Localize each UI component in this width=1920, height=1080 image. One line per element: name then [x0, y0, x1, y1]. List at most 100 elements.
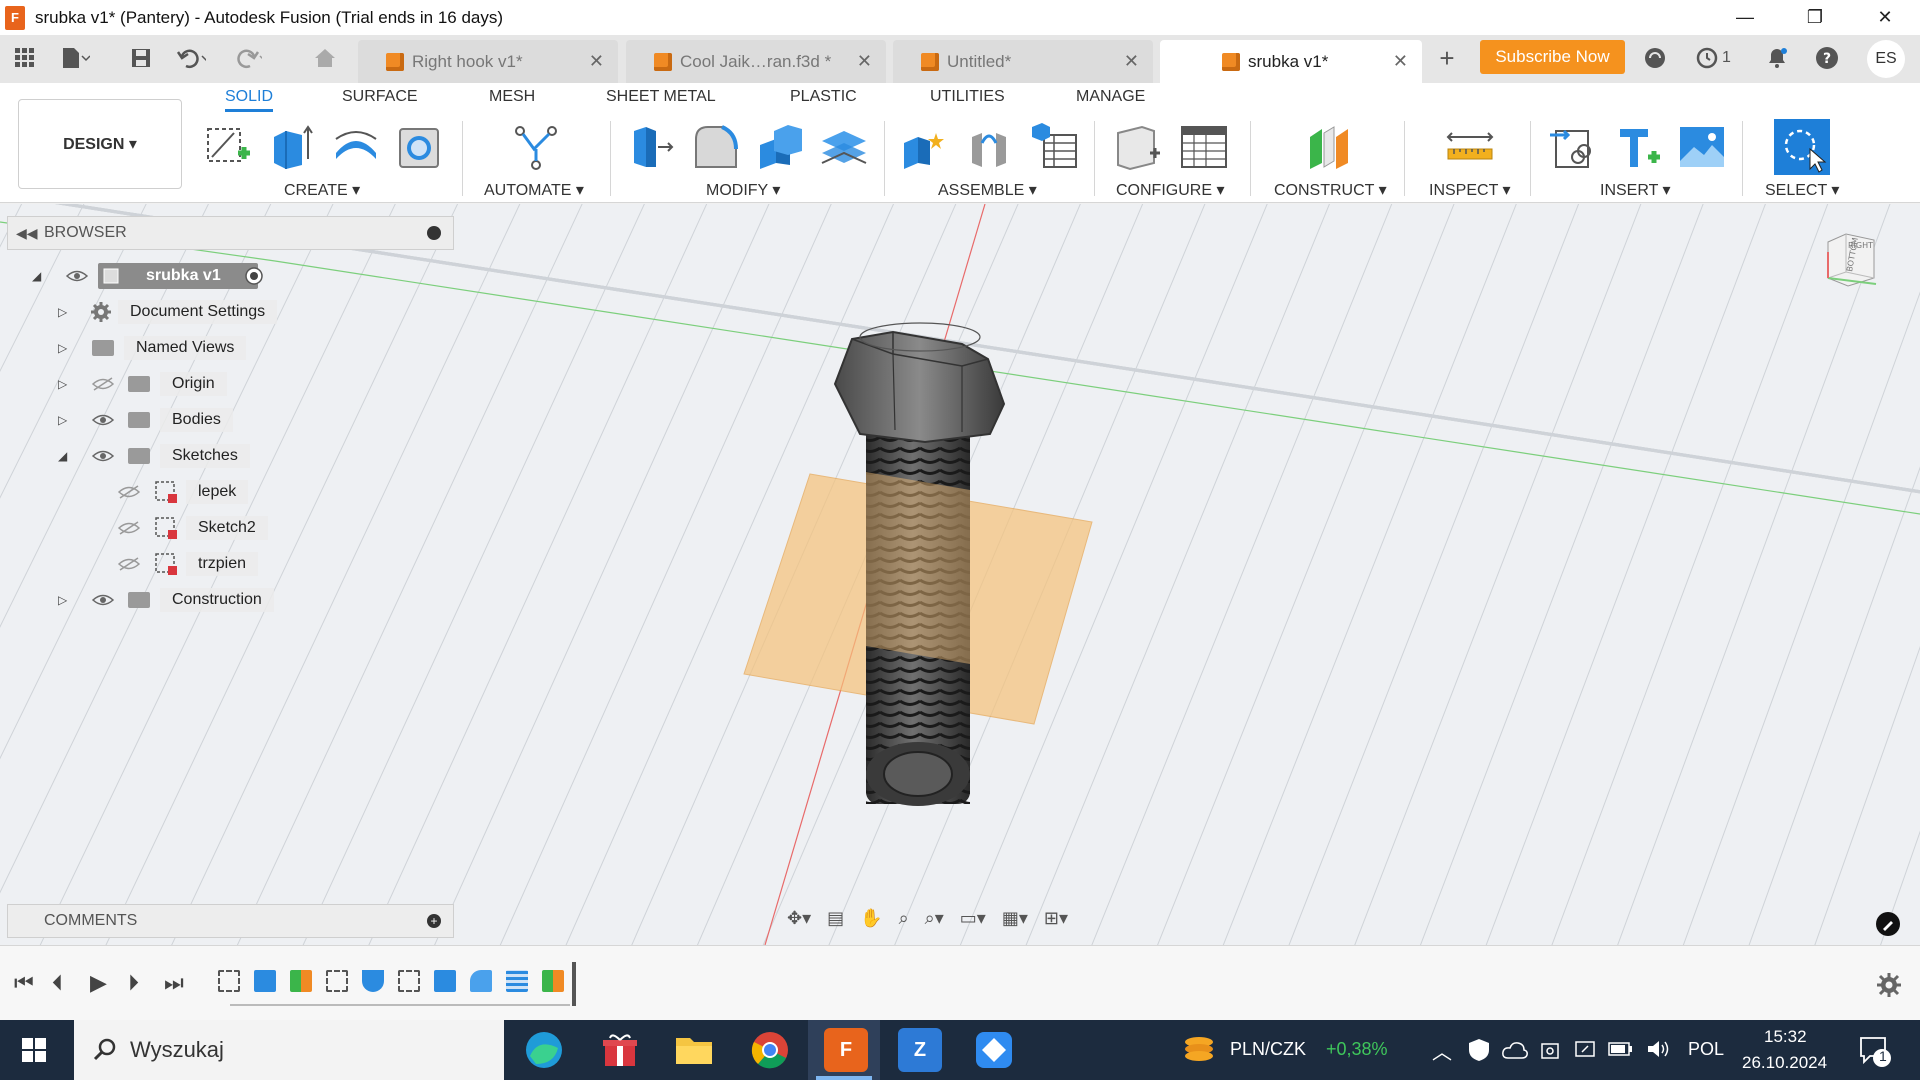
expand-arrow-icon[interactable]: ▷ — [58, 377, 67, 391]
extrude-icon[interactable] — [268, 123, 316, 171]
measure-icon[interactable] — [1446, 123, 1494, 171]
select-icon[interactable] — [1774, 119, 1830, 175]
timeline-sketch-icon[interactable] — [218, 970, 240, 992]
create-group-label[interactable]: CREATE ▾ — [284, 180, 360, 200]
expand-arrow-icon[interactable]: ▷ — [58, 413, 67, 427]
redo-icon[interactable] — [232, 43, 262, 73]
visibility-eye-icon[interactable] — [92, 413, 114, 427]
configure-icon[interactable] — [1114, 123, 1162, 171]
visibility-eye-icon[interactable] — [66, 269, 88, 283]
gift-app-icon[interactable] — [598, 1028, 642, 1072]
hidden-eye-icon[interactable] — [118, 521, 140, 535]
select-group-label[interactable]: SELECT ▾ — [1765, 180, 1839, 200]
timeline-plane-icon[interactable] — [542, 970, 564, 992]
revolve-icon[interactable] — [332, 123, 380, 171]
battery-icon[interactable] — [1608, 1040, 1634, 1058]
doc-tab-srubka[interactable]: srubka v1* ✕ — [1160, 40, 1422, 83]
tree-item-sketch2[interactable]: Sketch2 — [30, 513, 290, 543]
bill-of-materials-icon[interactable] — [1030, 123, 1078, 171]
insert-derive-icon[interactable] — [1548, 123, 1596, 171]
windows-start-icon[interactable] — [22, 1038, 46, 1062]
help-icon[interactable]: ? — [1812, 43, 1842, 73]
job-status-icon[interactable]: 1 — [1690, 43, 1736, 73]
tab-surface[interactable]: SURFACE — [342, 88, 418, 106]
go-to-start-icon[interactable]: ⏮ — [14, 970, 34, 996]
tree-item-bodies[interactable]: ▷ Bodies — [30, 405, 290, 435]
volume-speaker-icon[interactable] — [1646, 1038, 1670, 1060]
tree-item-sketch-trzpien[interactable]: trzpien — [30, 549, 290, 579]
collapse-arrow-icon[interactable]: ◢ — [32, 269, 41, 283]
hidden-eye-icon[interactable] — [118, 485, 140, 499]
home-icon[interactable] — [310, 43, 340, 73]
doc-tab-right-hook[interactable]: Right hook v1* ✕ — [358, 40, 618, 83]
pan-hand-icon[interactable]: ✋ — [855, 908, 887, 929]
screen-share-icon[interactable] — [1574, 1038, 1596, 1060]
timeline-revolve-icon[interactable] — [362, 970, 384, 992]
go-to-end-icon[interactable]: ⏭ — [164, 970, 184, 996]
extensions-icon[interactable] — [1640, 43, 1670, 73]
automate-icon[interactable] — [512, 123, 560, 171]
timeline-plane-icon[interactable] — [290, 970, 312, 992]
offset-face-icon[interactable] — [820, 123, 868, 171]
close-tab-icon[interactable]: ✕ — [1124, 51, 1139, 72]
look-at-icon[interactable]: ▤ — [822, 908, 849, 929]
zoom-icon[interactable]: ⌕ — [894, 908, 914, 929]
insert-mcmaster-icon[interactable] — [1614, 123, 1662, 171]
display-settings-icon[interactable]: ▭▾ — [955, 908, 991, 929]
modify-group-label[interactable]: MODIFY ▾ — [706, 180, 780, 200]
create-sketch-icon[interactable] — [204, 123, 252, 171]
clock-time[interactable]: 15:32 — [1764, 1027, 1807, 1047]
taskbar-search-box[interactable]: Wyszukaj — [74, 1020, 504, 1080]
marking-menu-pen-icon[interactable] — [1876, 912, 1900, 936]
minimize-browser-icon[interactable] — [427, 226, 441, 240]
collapse-browser-icon[interactable]: ◀◀ — [16, 225, 38, 242]
assemble-group-label[interactable]: ASSEMBLE ▾ — [938, 180, 1037, 200]
chrome-browser-icon[interactable] — [748, 1028, 792, 1072]
close-tab-icon[interactable]: ✕ — [1393, 51, 1408, 72]
copilot-app-icon[interactable] — [972, 1028, 1016, 1072]
tab-solid[interactable]: SOLID — [225, 88, 274, 112]
viewcube[interactable]: RIGHT BOTTOM — [1818, 232, 1894, 302]
close-window-button[interactable]: ✕ — [1850, 0, 1920, 35]
restore-button[interactable]: ❐ — [1780, 0, 1850, 35]
timeline-settings-gear-icon[interactable] — [1876, 972, 1902, 998]
tree-item-origin[interactable]: ▷ Origin — [30, 369, 290, 399]
undo-icon[interactable] — [176, 43, 206, 73]
expand-arrow-icon[interactable]: ▷ — [58, 305, 67, 319]
browser-panel-header[interactable]: ◀◀ BROWSER — [7, 216, 454, 250]
tree-item-document-settings[interactable]: ▷ Document Settings — [30, 297, 290, 327]
tab-plastic[interactable]: PLASTIC — [790, 88, 857, 106]
fillet-icon[interactable] — [692, 123, 740, 171]
tray-overflow-chevron-icon[interactable]: ︿ — [1432, 1036, 1452, 1065]
notifications-bell-icon[interactable] — [1762, 43, 1792, 73]
tree-item-construction[interactable]: ▷ Construction — [30, 585, 290, 615]
close-tab-icon[interactable]: ✕ — [857, 51, 872, 72]
visibility-eye-icon[interactable] — [92, 593, 114, 607]
comments-panel-header[interactable]: COMMENTS + — [7, 904, 454, 938]
save-icon[interactable] — [126, 43, 156, 73]
fusion-taskbar-icon[interactable]: F — [824, 1028, 868, 1072]
play-icon[interactable]: ▶ — [90, 970, 107, 996]
combine-icon[interactable] — [756, 123, 804, 171]
add-comment-icon[interactable]: + — [427, 914, 441, 928]
expand-arrow-icon[interactable]: ▷ — [58, 593, 67, 607]
z-app-icon[interactable]: Z — [898, 1028, 942, 1072]
grid-settings-icon[interactable]: ▦▾ — [997, 908, 1033, 929]
edge-browser-icon[interactable] — [522, 1028, 566, 1072]
file-explorer-icon[interactable] — [672, 1028, 716, 1072]
step-back-icon[interactable]: ⏴ — [52, 970, 63, 996]
tree-item-sketch-lepek[interactable]: lepek — [30, 477, 290, 507]
offset-plane-icon[interactable] — [1306, 123, 1354, 171]
expand-arrow-icon[interactable]: ▷ — [58, 341, 67, 355]
doc-tab-cool-jaik[interactable]: Cool Jaik…ran.f3d * ✕ — [626, 40, 886, 83]
tree-item-named-views[interactable]: ▷ Named Views — [30, 333, 290, 363]
user-avatar[interactable]: ES — [1867, 40, 1905, 78]
step-forward-icon[interactable]: ⏵ — [128, 970, 139, 996]
tree-item-sketches[interactable]: ◢ Sketches — [30, 441, 290, 471]
timeline-sketch-icon[interactable] — [398, 970, 420, 992]
new-component-icon[interactable] — [900, 123, 948, 171]
press-pull-icon[interactable] — [628, 123, 676, 171]
file-menu-icon[interactable] — [60, 43, 90, 73]
automate-group-label[interactable]: AUTOMATE ▾ — [484, 180, 584, 200]
timeline-extrude-icon[interactable] — [254, 970, 276, 992]
